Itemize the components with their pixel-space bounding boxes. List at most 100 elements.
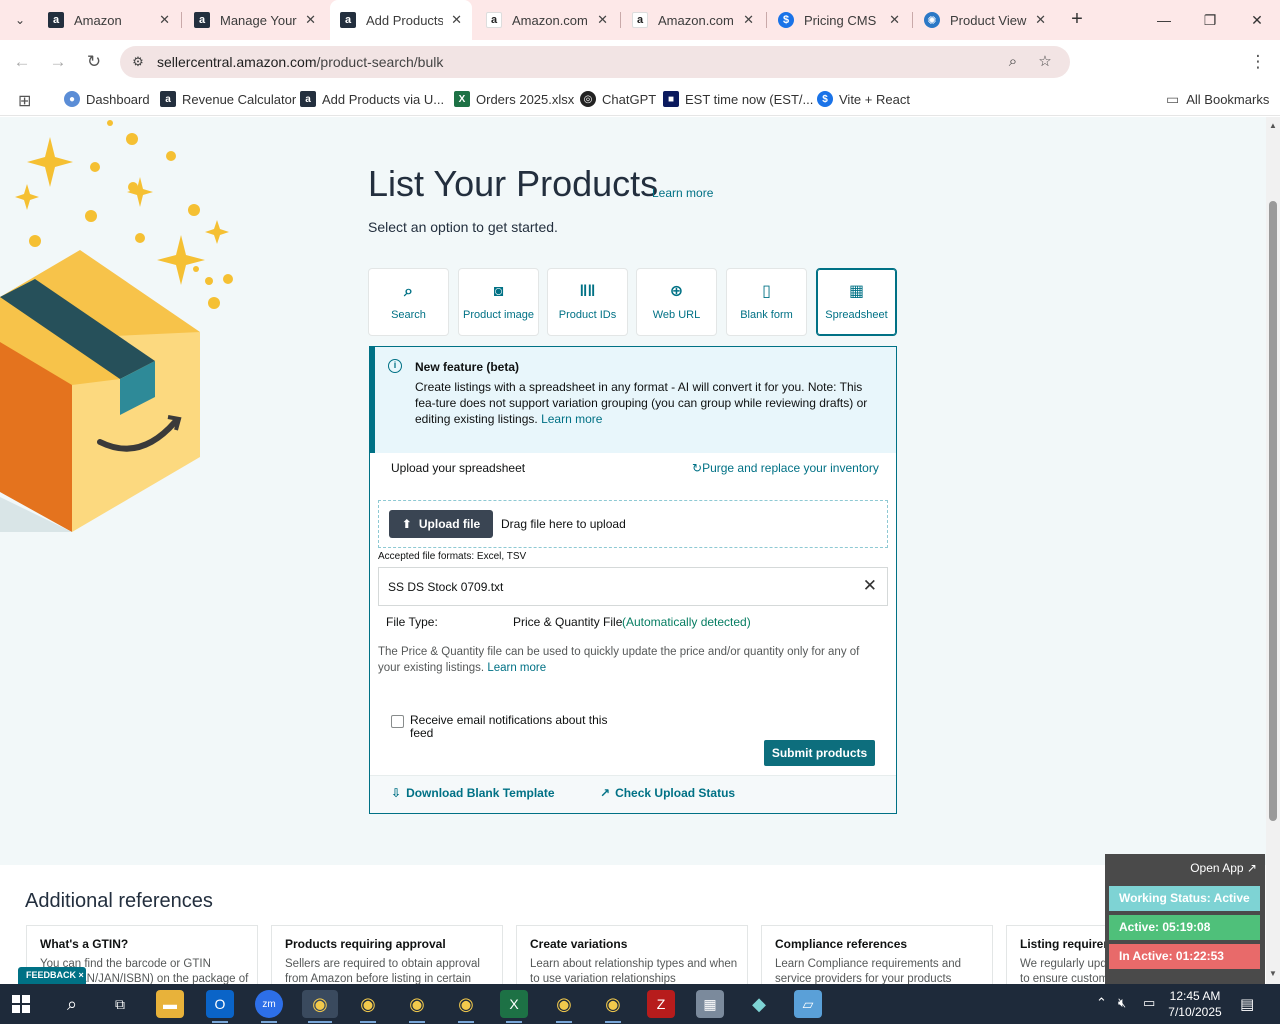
tab-search-button[interactable]: ⌄ — [8, 8, 32, 32]
close-window-button[interactable]: ✕ — [1234, 0, 1280, 40]
tray-chevron-icon[interactable]: ⌃ — [1096, 995, 1107, 1011]
tab-add-products[interactable]: a Add Products ✕ — [330, 0, 472, 40]
amazon-icon: a — [300, 91, 316, 107]
network-icon[interactable]: ▭ — [1143, 995, 1155, 1011]
outlook-icon[interactable]: O — [206, 990, 234, 1023]
bookmark-est-time[interactable]: ■ EST time now (EST/... — [663, 91, 813, 107]
chrome-profile-icon[interactable]: ◉ — [599, 990, 627, 1023]
address-bar[interactable]: ⚙ sellercentral.amazon.com/product-searc… — [120, 46, 1070, 78]
chrome-icon[interactable]: ◉ — [302, 990, 338, 1023]
option-product-image[interactable]: ◙ Product image — [458, 268, 539, 336]
page-scrollbar[interactable]: ▲ ▼ — [1266, 117, 1280, 984]
beta-learn-more-link[interactable]: Learn more — [541, 412, 602, 426]
description-text: The Price & Quantity file can be used to… — [378, 646, 860, 674]
upload-card: i New feature (beta) Create listings wit… — [369, 346, 897, 814]
learn-more-link[interactable]: Learn more — [652, 186, 713, 200]
close-icon[interactable]: ✕ — [743, 12, 754, 28]
zoom-icon[interactable]: ⌕ — [1004, 53, 1022, 71]
search-icon[interactable]: ⌕ — [58, 990, 86, 1018]
dollar-icon: $ — [817, 91, 833, 107]
close-icon[interactable]: ✕ — [305, 12, 316, 28]
tab-amazon[interactable]: a Amazon ✕ — [38, 0, 180, 40]
bookmark-dashboard[interactable]: ● Dashboard — [64, 91, 150, 107]
reference-title: Create variations — [530, 937, 628, 951]
forward-button[interactable]: → — [46, 50, 70, 74]
apps-grid-icon[interactable]: ⊞ — [18, 91, 31, 111]
reference-card[interactable]: Products requiring approval Sellers are … — [271, 925, 503, 984]
description-learn-more-link[interactable]: Learn more — [487, 662, 546, 674]
notepad-icon[interactable]: ▱ — [794, 990, 822, 1018]
notifications-icon[interactable]: ▤ — [1240, 995, 1254, 1013]
purge-link[interactable]: ↻Purge and replace your inventory — [692, 461, 879, 475]
bookmark-add-products[interactable]: a Add Products via U... — [300, 91, 444, 107]
reload-button[interactable]: ↻ — [82, 50, 106, 74]
option-label: Spreadsheet — [825, 309, 888, 321]
close-icon[interactable]: ✕ — [451, 12, 462, 28]
bookmark-label: Revenue Calculator — [182, 91, 297, 107]
tab-label: Amazon.com: — [658, 12, 736, 28]
file-explorer-icon[interactable]: ▬ — [156, 990, 184, 1018]
submit-products-button[interactable]: Submit products — [764, 740, 875, 766]
close-icon[interactable]: ✕ — [889, 12, 900, 28]
chrome-profile-icon[interactable]: ◉ — [354, 990, 382, 1023]
scrollbar-thumb[interactable] — [1269, 201, 1277, 821]
tab-product-views[interactable]: ✺ Product Views ✕ — [914, 0, 1056, 40]
close-icon[interactable]: ✕ — [1035, 12, 1046, 28]
zoom-app-icon[interactable]: zm — [255, 990, 283, 1023]
bookmark-revenue-calculator[interactable]: a Revenue Calculator — [160, 91, 296, 107]
back-button[interactable]: ← — [10, 50, 34, 74]
scroll-up-arrow[interactable]: ▲ — [1269, 121, 1277, 130]
system-clock[interactable]: 12:45 AM 7/10/2025 — [1160, 988, 1230, 1020]
new-tab-button[interactable]: + — [1066, 9, 1088, 31]
option-product-ids[interactable]: ‖‖ Product IDs — [547, 268, 628, 336]
windows-start-icon[interactable] — [12, 995, 30, 1013]
option-label: Search — [391, 309, 426, 321]
filezilla-icon[interactable]: Z — [647, 990, 675, 1018]
bookmark-label: Add Products via U... — [322, 91, 445, 107]
minimize-button[interactable]: — — [1141, 0, 1187, 40]
option-spreadsheet[interactable]: ▦ Spreadsheet — [816, 268, 897, 336]
bookmark-star-icon[interactable]: ☆ — [1036, 53, 1054, 71]
upload-file-button[interactable]: ⬆ Upload file — [389, 510, 493, 538]
volume-muted-icon[interactable]: 🔇︎ — [1118, 995, 1126, 1011]
site-info-icon[interactable]: ⚙ — [130, 54, 146, 70]
tab-amazon-com-1[interactable]: a Amazon.com: ✕ — [476, 0, 618, 40]
chrome-profile-icon[interactable]: ◉ — [550, 990, 578, 1023]
option-blank-form[interactable]: ▯ Blank form — [726, 268, 807, 336]
close-icon[interactable]: ✕ — [597, 12, 608, 28]
tab-manage-your[interactable]: a Manage Your ✕ — [184, 0, 326, 40]
tab-amazon-com-2[interactable]: a Amazon.com: ✕ — [622, 0, 764, 40]
all-bookmarks[interactable]: ▭ All Bookmarks — [1166, 91, 1269, 108]
reference-card[interactable]: Compliance references Learn Compliance r… — [761, 925, 993, 984]
reference-card[interactable]: Create variations Learn about relationsh… — [516, 925, 748, 984]
option-web-url[interactable]: ⊕ Web URL — [636, 268, 717, 336]
url-text[interactable]: sellercentral.amazon.com/product-search/… — [157, 54, 443, 70]
app-diamond-icon[interactable]: ◆ — [745, 990, 773, 1018]
remove-file-icon[interactable]: ✕ — [863, 576, 877, 596]
task-view-icon[interactable]: ⧉ — [106, 990, 134, 1018]
tab-pricing-cms[interactable]: $ Pricing CMS ✕ — [768, 0, 910, 40]
check-upload-status-link[interactable]: ↗ Check Upload Status — [600, 786, 735, 800]
close-icon[interactable]: ✕ — [159, 12, 170, 28]
camera-icon: ◙ — [493, 283, 504, 300]
excel-icon[interactable]: X — [500, 990, 528, 1023]
email-notification-checkbox[interactable] — [391, 715, 404, 728]
feedback-tab[interactable]: FEEDBACK × — [18, 967, 86, 984]
search-icon: ⌕ — [404, 283, 413, 300]
calculator-icon[interactable]: ▦ — [696, 990, 724, 1018]
bookmark-vite-react[interactable]: $ Vite + React — [817, 91, 910, 107]
email-notification-label[interactable]: Receive email notifications about this f… — [410, 714, 620, 740]
menu-kebab-icon[interactable]: ⋮ — [1246, 50, 1270, 74]
amazon-smile-icon: a — [486, 12, 502, 28]
option-search[interactable]: ⌕ Search — [368, 268, 449, 336]
restore-button[interactable]: ❐ — [1187, 0, 1233, 40]
open-app-link[interactable]: Open App ↗ — [1190, 861, 1257, 875]
chrome-profile-icon[interactable]: ◉ — [452, 990, 480, 1023]
info-icon: i — [388, 359, 402, 373]
download-template-link[interactable]: ⇩ Download Blank Template — [391, 786, 555, 800]
scroll-down-arrow[interactable]: ▼ — [1269, 969, 1277, 978]
bookmark-chatgpt[interactable]: ◎ ChatGPT — [580, 91, 656, 107]
bookmark-orders[interactable]: X Orders 2025.xlsx — [454, 91, 574, 107]
chrome-profile-icon[interactable]: ◉ — [403, 990, 431, 1023]
file-dropzone[interactable]: ⬆ Upload file Drag file here to upload — [378, 500, 888, 548]
